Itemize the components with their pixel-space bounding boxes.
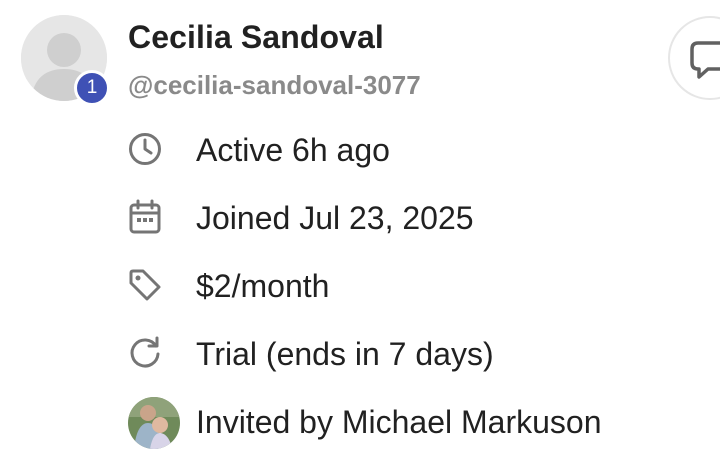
member-profile-card: 1 Cecilia Sandoval @cecilia-sandoval-307… <box>0 0 720 463</box>
calendar-icon <box>126 198 164 236</box>
tag-icon <box>126 266 164 304</box>
member-handle: @cecilia-sandoval-3077 <box>128 70 421 100</box>
trial-status: Trial (ends in 7 days) <box>196 336 494 372</box>
chat-bubble-icon <box>690 41 720 79</box>
refresh-icon <box>126 334 164 372</box>
member-name: Cecilia Sandoval <box>128 19 384 55</box>
detail-invited: Invited by Michael Markuson <box>0 396 720 446</box>
detail-joined: Joined Jul 23, 2025 <box>0 192 720 242</box>
notification-badge: 1 <box>74 70 110 106</box>
subscription-price: $2/month <box>196 268 330 304</box>
message-button[interactable] <box>668 16 720 100</box>
joined-date: Joined Jul 23, 2025 <box>196 200 474 236</box>
detail-trial: Trial (ends in 7 days) <box>0 328 720 378</box>
detail-active: Active 6h ago <box>0 124 720 174</box>
clock-icon <box>126 130 164 168</box>
invited-by[interactable]: Invited by Michael Markuson <box>196 404 602 441</box>
active-status: Active 6h ago <box>196 132 390 168</box>
detail-price: $2/month <box>0 260 720 310</box>
